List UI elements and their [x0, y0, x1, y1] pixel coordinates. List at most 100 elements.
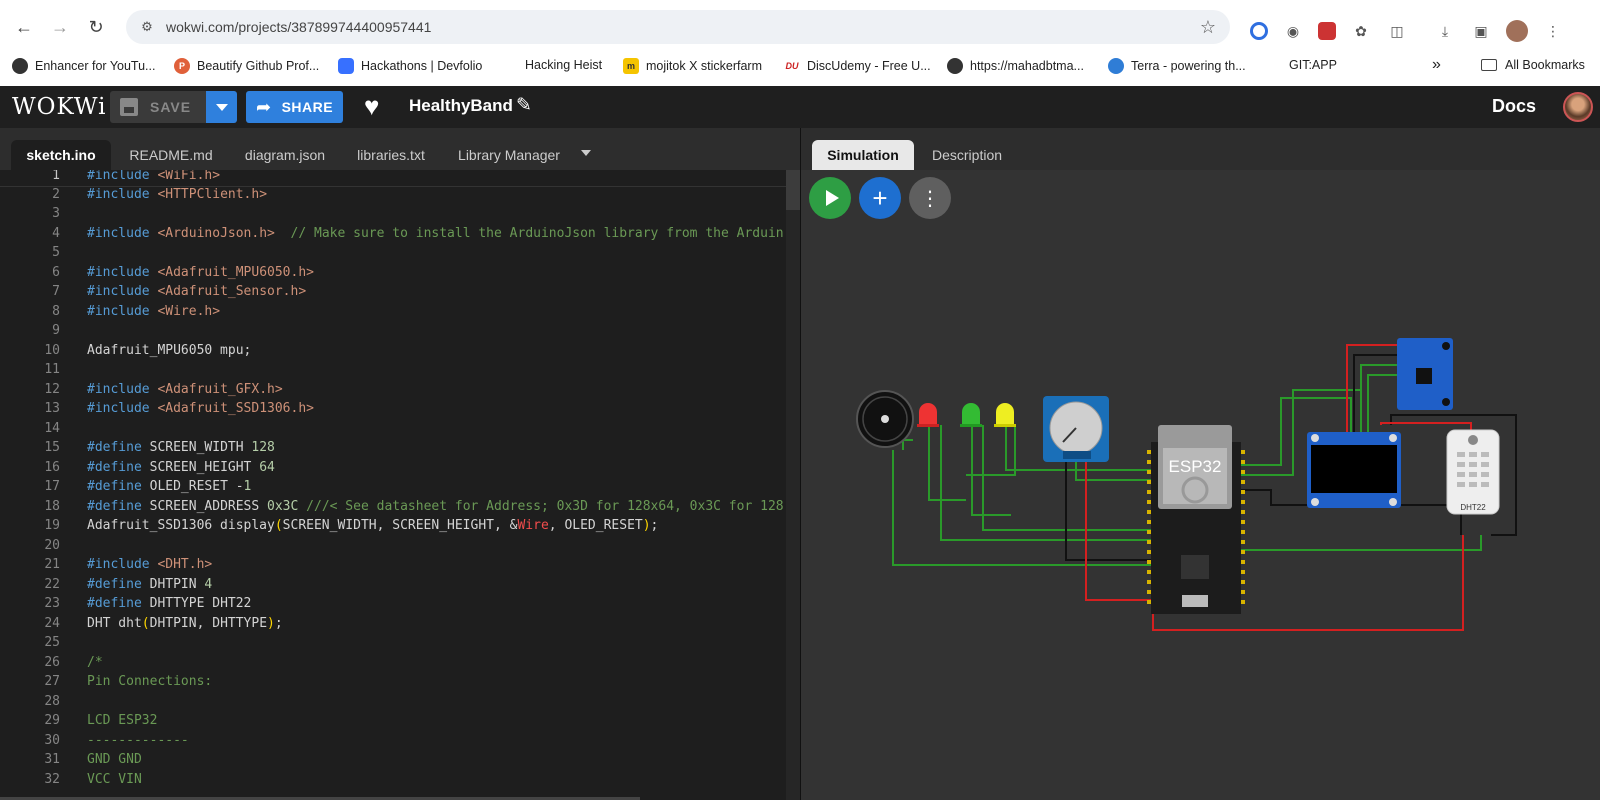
- code-text[interactable]: #define DHTTYPE DHT22: [87, 596, 251, 611]
- screenshot-icon[interactable]: ◉: [1282, 20, 1304, 42]
- tab-library-manager[interactable]: Library Manager: [448, 140, 570, 170]
- all-bookmarks-button[interactable]: All Bookmarks: [1481, 58, 1585, 72]
- code-text[interactable]: DHT dht(DHTPIN, DHTTYPE);: [87, 616, 283, 631]
- code-line[interactable]: 31 GND GND: [0, 752, 786, 772]
- avatar[interactable]: [1563, 92, 1593, 122]
- esp32-board[interactable]: [1147, 425, 1245, 614]
- code-text[interactable]: #include <Wire.h>: [87, 304, 220, 319]
- code-line[interactable]: 28: [0, 694, 786, 714]
- code-line[interactable]: 17 #define OLED_RESET -1: [0, 479, 786, 499]
- extension-circle-icon[interactable]: [1250, 22, 1268, 40]
- tabs-more-chevron-icon[interactable]: [581, 150, 591, 156]
- code-line[interactable]: 27 Pin Connections:: [0, 674, 786, 694]
- heart-icon[interactable]: ♥: [364, 91, 379, 122]
- save-button[interactable]: SAVE: [110, 91, 206, 123]
- code-line[interactable]: 23 #define DHTTYPE DHT22: [0, 596, 786, 616]
- code-text[interactable]: #include <Adafruit_GFX.h>: [87, 382, 283, 397]
- code-line[interactable]: 1 #include <WiFi.h>: [0, 170, 786, 187]
- back-icon[interactable]: ←: [10, 13, 38, 41]
- code-line[interactable]: 15 #define SCREEN_WIDTH 128: [0, 440, 786, 460]
- code-line[interactable]: 22 #define DHTPIN 4: [0, 577, 786, 597]
- bookmark-item[interactable]: Hackathons | Devfolio: [338, 58, 482, 74]
- code-text[interactable]: #define SCREEN_ADDRESS 0x3C ///< See dat…: [87, 499, 784, 514]
- profile-avatar-icon[interactable]: [1506, 20, 1528, 42]
- code-text[interactable]: Pin Connections:: [87, 674, 212, 689]
- tab-readme-md[interactable]: README.md: [120, 140, 222, 170]
- bookmark-item[interactable]: P Beautify Github Prof...: [174, 58, 319, 74]
- code-line[interactable]: 2 #include <HTTPClient.h>: [0, 187, 786, 207]
- code-line[interactable]: 25: [0, 635, 786, 655]
- led-yellow[interactable]: [994, 403, 1016, 427]
- code-line[interactable]: 11: [0, 362, 786, 382]
- bookmark-item[interactable]: DU DiscUdemy - Free U...: [784, 58, 931, 74]
- code-line[interactable]: 20: [0, 538, 786, 558]
- code-line[interactable]: 18 #define SCREEN_ADDRESS 0x3C ///< See d…: [0, 499, 786, 519]
- code-text[interactable]: VCC VIN: [87, 772, 142, 787]
- potentiometer[interactable]: [1043, 396, 1109, 462]
- bookmark-star-icon[interactable]: ☆: [1200, 17, 1216, 38]
- code-text[interactable]: -------------: [87, 733, 189, 748]
- code-line[interactable]: 12 #include <Adafruit_GFX.h>: [0, 382, 786, 402]
- code-text[interactable]: #include <Adafruit_Sensor.h>: [87, 284, 306, 299]
- code-line[interactable]: 24 DHT dht(DHTPIN, DHTTYPE);: [0, 616, 786, 636]
- code-line[interactable]: 10 Adafruit_MPU6050 mpu;: [0, 343, 786, 363]
- code-editor[interactable]: 1 #include <WiFi.h> 2 #include <HTTPClient.…: [0, 170, 786, 800]
- dht22-sensor[interactable]: [1446, 429, 1500, 515]
- bookmark-item[interactable]: m mojitok X stickerfarm: [623, 58, 762, 74]
- address-bar[interactable]: ⚙ wokwi.com/projects/387899744400957441 …: [126, 10, 1230, 44]
- code-text[interactable]: #include <ArduinoJson.h> // Make sure to…: [87, 226, 784, 241]
- tab-diagram-json[interactable]: diagram.json: [234, 140, 336, 170]
- code-text[interactable]: Adafruit_MPU6050 mpu;: [87, 343, 251, 358]
- wokwi-logo[interactable]: WOKWi: [12, 94, 106, 120]
- code-line[interactable]: 26 /*: [0, 655, 786, 675]
- download-icon[interactable]: ⤓: [1434, 20, 1456, 42]
- scrollbar-thumb[interactable]: [786, 170, 800, 210]
- code-text[interactable]: #include <DHT.h>: [87, 557, 212, 572]
- docs-link[interactable]: Docs: [1492, 96, 1536, 117]
- code-text[interactable]: #include <HTTPClient.h>: [87, 187, 267, 202]
- extension-brain-icon[interactable]: ✿: [1350, 20, 1372, 42]
- editor-vertical-scrollbar[interactable]: [786, 170, 800, 800]
- browser-menu-icon[interactable]: ⋮: [1542, 20, 1564, 42]
- forward-icon[interactable]: →: [46, 13, 74, 41]
- led-green[interactable]: [960, 403, 982, 427]
- code-line[interactable]: 3: [0, 206, 786, 226]
- code-line[interactable]: 9: [0, 323, 786, 343]
- code-line[interactable]: 14: [0, 421, 786, 441]
- project-title[interactable]: HealthyBand: [409, 96, 513, 116]
- share-button[interactable]: ➦ SHARE: [246, 91, 343, 123]
- code-text[interactable]: GND GND: [87, 752, 142, 767]
- code-text[interactable]: /*: [87, 655, 103, 670]
- bookmark-item[interactable]: https://mahadbtma...: [947, 58, 1084, 74]
- buzzer[interactable]: [856, 390, 914, 448]
- tab-sketch-ino[interactable]: sketch.ino: [11, 140, 111, 170]
- url-text[interactable]: wokwi.com/projects/387899744400957441: [166, 19, 431, 35]
- tab-libraries-txt[interactable]: libraries.txt: [346, 140, 436, 170]
- bookmark-item[interactable]: GIT:APP: [1289, 58, 1337, 72]
- code-text[interactable]: #define SCREEN_HEIGHT 64: [87, 460, 275, 475]
- simulation-canvas[interactable]: + ⋮ ESP32 DHT22: [800, 170, 1600, 800]
- code-line[interactable]: 21 #include <DHT.h>: [0, 557, 786, 577]
- code-line[interactable]: 6 #include <Adafruit_MPU6050.h>: [0, 265, 786, 285]
- mpu6050-sensor[interactable]: [1397, 338, 1453, 410]
- bookmarks-overflow-icon[interactable]: »: [1432, 56, 1441, 74]
- code-line[interactable]: 13 #include <Adafruit_SSD1306.h>: [0, 401, 786, 421]
- code-line[interactable]: 8 #include <Wire.h>: [0, 304, 786, 324]
- bookmark-item[interactable]: Hacking Heist: [525, 58, 602, 72]
- site-settings-icon[interactable]: ⚙: [138, 18, 156, 36]
- code-text[interactable]: #define DHTPIN 4: [87, 577, 212, 592]
- code-text[interactable]: #include <Adafruit_SSD1306.h>: [87, 401, 314, 416]
- tab-simulation[interactable]: Simulation: [812, 140, 914, 170]
- code-line[interactable]: 4 #include <ArduinoJson.h> // Make sure t…: [0, 226, 786, 246]
- code-text[interactable]: #define OLED_RESET -1: [87, 479, 251, 494]
- code-line[interactable]: 29 LCD ESP32: [0, 713, 786, 733]
- code-line[interactable]: 5: [0, 245, 786, 265]
- code-line[interactable]: 30 -------------: [0, 733, 786, 753]
- code-line[interactable]: 16 #define SCREEN_HEIGHT 64: [0, 460, 786, 480]
- code-line[interactable]: 19 Adafruit_SSD1306 display(SCREEN_WIDTH,…: [0, 518, 786, 538]
- side-panel-icon[interactable]: ▣: [1470, 20, 1492, 42]
- code-text[interactable]: Adafruit_SSD1306 display(SCREEN_WIDTH, S…: [87, 518, 658, 533]
- code-text[interactable]: #include <Adafruit_MPU6050.h>: [87, 265, 314, 280]
- tab-description[interactable]: Description: [915, 140, 1019, 170]
- code-text[interactable]: #include <WiFi.h>: [87, 170, 220, 183]
